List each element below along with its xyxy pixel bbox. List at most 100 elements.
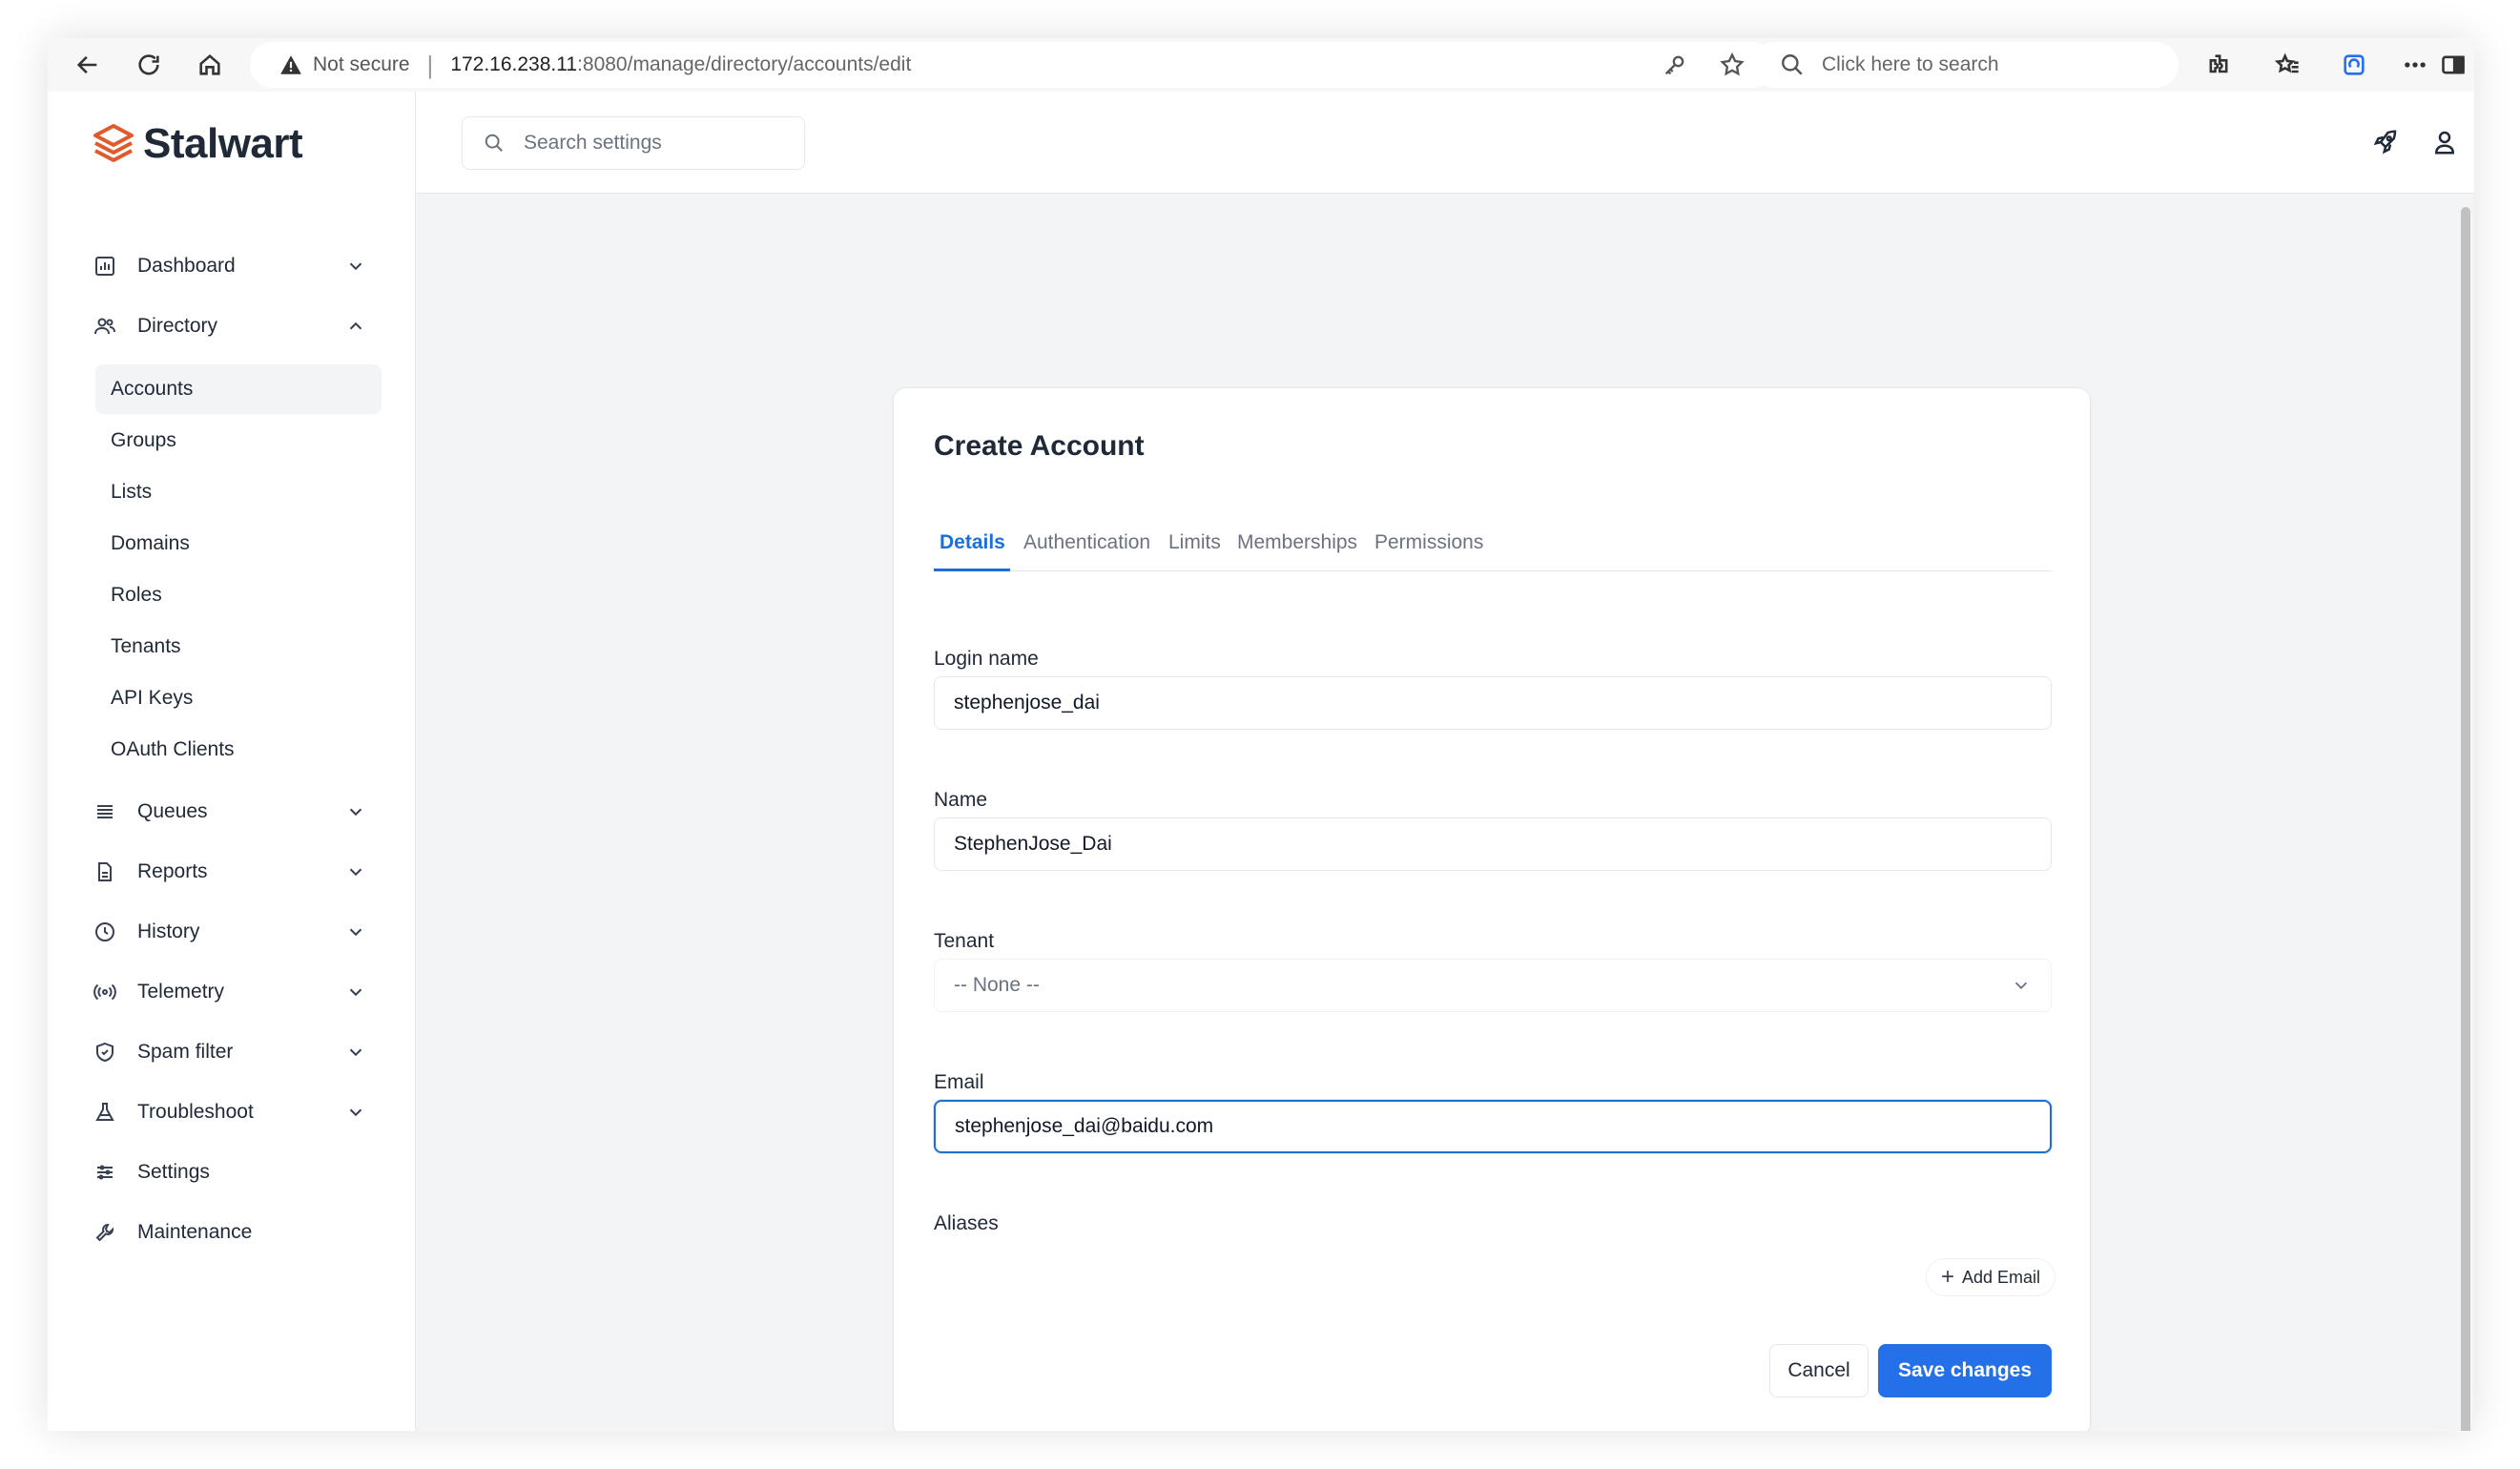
tab-limits[interactable]: Limits	[1168, 522, 1221, 571]
flask-icon	[93, 1101, 116, 1124]
chevron-down-icon	[2011, 975, 2032, 996]
key-icon[interactable]	[1662, 52, 1688, 78]
sidebar-item-telemetry[interactable]: Telemetry	[92, 968, 378, 1016]
login-name-value: stephenjose_dai	[954, 692, 1100, 714]
shield-icon	[93, 1041, 116, 1064]
sidebar-item-directory[interactable]: Directory	[92, 302, 378, 350]
save-changes-button[interactable]: Save changes	[1878, 1344, 2052, 1397]
sidebar-sub-domains[interactable]: Domains	[95, 519, 382, 569]
brand-name: Stalwart	[143, 120, 303, 167]
browser-window: Not secure | 172.16.238.11:8080/manage/d…	[48, 38, 2474, 1431]
scrollbar[interactable]	[2461, 207, 2470, 1431]
favorites-icon[interactable]	[2266, 44, 2308, 86]
login-name-input[interactable]: stephenjose_dai	[934, 676, 2052, 730]
url-path: :8080/manage/directory/accounts/edit	[577, 53, 912, 75]
more-icon[interactable]	[2394, 44, 2436, 86]
tab-permissions[interactable]: Permissions	[1374, 522, 1483, 571]
email-value: stephenjose_dai@baidu.com	[955, 1115, 1214, 1137]
sidebar-item-label: Maintenance	[137, 1221, 253, 1243]
sidebar-item-label: History	[137, 921, 200, 942]
tenant-label: Tenant	[934, 930, 995, 952]
sidebar-item-label: Queues	[137, 800, 208, 822]
home-icon[interactable]	[189, 44, 231, 86]
chevron-down-icon	[345, 1042, 366, 1063]
name-input[interactable]: StephenJose_Dai	[934, 817, 2052, 871]
sidebar-sub-oauth-clients[interactable]: OAuth Clients	[95, 725, 382, 775]
browser-search-placeholder: Click here to search	[1822, 53, 1999, 75]
name-value: StephenJose_Dai	[954, 833, 1112, 855]
search-icon	[485, 134, 503, 152]
chevron-down-icon	[345, 921, 366, 942]
browser-toolbar: Not secure | 172.16.238.11:8080/manage/d…	[48, 38, 2474, 92]
login-name-label: Login name	[934, 648, 1039, 670]
tenant-value: -- None --	[954, 974, 1040, 996]
email-input[interactable]: stephenjose_dai@baidu.com	[934, 1100, 2052, 1153]
search-icon	[1782, 54, 1803, 75]
tab-details[interactable]: Details	[934, 522, 1010, 571]
url-host: 172.16.238.11	[450, 53, 578, 75]
copilot-icon[interactable]	[2333, 44, 2375, 86]
main-content: Create Account Details Authentication Li…	[416, 194, 2474, 1431]
cancel-button[interactable]: Cancel	[1769, 1344, 1869, 1397]
address-separator: |	[426, 50, 434, 79]
sidebar-item-label: Settings	[137, 1161, 210, 1183]
document-icon	[93, 860, 116, 883]
back-icon[interactable]	[67, 44, 109, 86]
create-account-card: Create Account Details Authentication Li…	[893, 387, 2091, 1431]
sidebar-item-label: Spam filter	[137, 1041, 234, 1063]
chevron-down-icon	[345, 1102, 366, 1123]
sidebar-item-history[interactable]: History	[92, 908, 378, 956]
stalwart-logo-icon	[93, 124, 134, 162]
add-email-label: Add Email	[1961, 1267, 2041, 1287]
app: Stalwart Dashboard Directory Accounts Gr…	[48, 92, 2474, 1431]
sidebar-item-troubleshoot[interactable]: Troubleshoot	[92, 1088, 378, 1136]
sidebar-toggle-icon[interactable]	[2432, 44, 2474, 86]
chevron-down-icon	[345, 256, 366, 277]
sidebar-sub-groups[interactable]: Groups	[95, 416, 382, 466]
broadcast-icon	[93, 981, 116, 1003]
brand-logo[interactable]: Stalwart	[92, 120, 303, 168]
security-label: Not secure	[313, 53, 410, 75]
rocket-icon[interactable]	[2371, 128, 2400, 156]
tenant-select[interactable]: -- None --	[934, 959, 2052, 1012]
chevron-down-icon	[345, 801, 366, 822]
sidebar-item-label: Dashboard	[137, 255, 236, 277]
sidebar-sub-accounts[interactable]: Accounts	[95, 364, 382, 414]
form-tabs: Details Authentication Limits Membership…	[934, 522, 2052, 571]
sidebar-item-reports[interactable]: Reports	[92, 848, 378, 896]
aliases-label: Aliases	[934, 1212, 999, 1234]
sidebar-sub-api-keys[interactable]: API Keys	[95, 673, 382, 723]
sidebar-item-label: Directory	[137, 315, 218, 337]
browser-search[interactable]: Click here to search	[1751, 42, 2179, 88]
sidebar-sub-lists[interactable]: Lists	[95, 467, 382, 517]
sidebar-sub-tenants[interactable]: Tenants	[95, 622, 382, 672]
extensions-icon[interactable]	[2198, 44, 2240, 86]
tab-authentication[interactable]: Authentication	[1023, 522, 1150, 571]
sidebar-item-settings[interactable]: Settings	[92, 1148, 378, 1196]
chevron-up-icon	[345, 316, 366, 337]
sidebar-item-maintenance[interactable]: Maintenance	[92, 1209, 378, 1256]
sidebar: Stalwart Dashboard Directory Accounts Gr…	[48, 92, 416, 1431]
add-email-button[interactable]: + Add Email	[1926, 1258, 2055, 1296]
users-icon	[93, 315, 116, 338]
reload-icon[interactable]	[128, 44, 170, 86]
address-bar[interactable]: Not secure | 172.16.238.11:8080/manage/d…	[250, 42, 1776, 88]
user-icon[interactable]	[2430, 128, 2459, 156]
list-icon	[93, 800, 116, 823]
sidebar-item-spam-filter[interactable]: Spam filter	[92, 1028, 378, 1076]
plus-icon: +	[1940, 1264, 1954, 1290]
sidebar-item-label: Telemetry	[137, 981, 225, 1003]
sidebar-item-dashboard[interactable]: Dashboard	[92, 242, 378, 290]
chart-icon	[93, 255, 116, 278]
name-label: Name	[934, 789, 988, 811]
star-icon[interactable]	[1719, 52, 1745, 78]
top-bar: Search settings	[416, 92, 2474, 194]
sidebar-item-queues[interactable]: Queues	[92, 788, 378, 836]
sidebar-item-label: Troubleshoot	[137, 1101, 254, 1123]
chevron-down-icon	[345, 861, 366, 882]
settings-search-input[interactable]: Search settings	[462, 116, 805, 170]
wrench-icon	[93, 1221, 116, 1244]
sidebar-sub-roles[interactable]: Roles	[95, 570, 382, 620]
tab-memberships[interactable]: Memberships	[1237, 522, 1357, 571]
settings-search-placeholder: Search settings	[524, 132, 662, 154]
